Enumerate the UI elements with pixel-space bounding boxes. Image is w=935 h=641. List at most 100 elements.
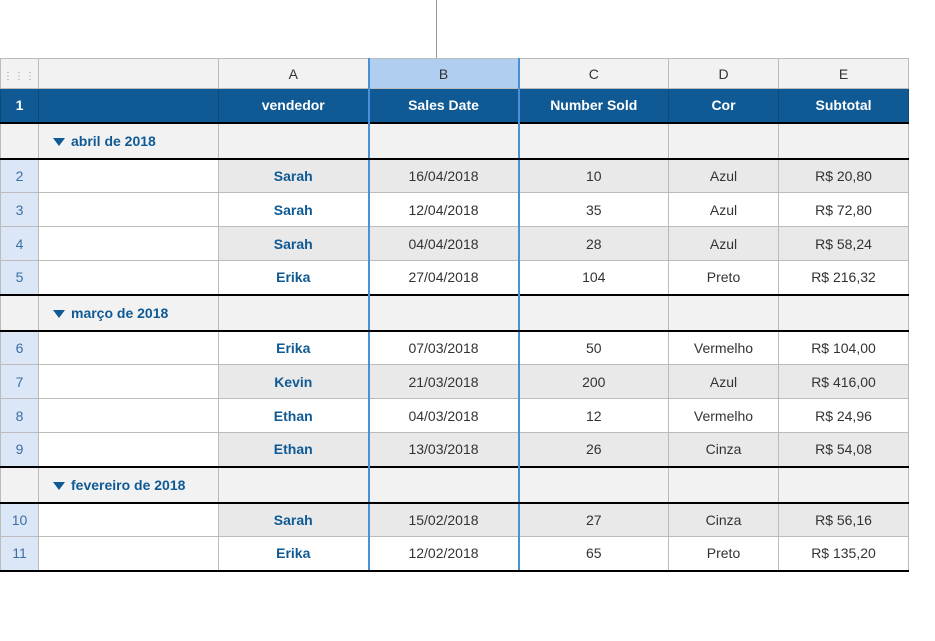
number-sold-cell[interactable]: 28: [519, 227, 669, 261]
sales-date-cell[interactable]: 21/03/2018: [369, 365, 519, 399]
indent-cell[interactable]: [39, 433, 219, 467]
group-cell[interactable]: [669, 467, 779, 503]
subtotal-cell[interactable]: R$ 104,00: [779, 331, 909, 365]
group-cell[interactable]: [369, 467, 519, 503]
number-sold-cell[interactable]: 50: [519, 331, 669, 365]
subtotal-cell[interactable]: R$ 135,20: [779, 537, 909, 571]
sales-date-cell[interactable]: 15/02/2018: [369, 503, 519, 537]
sales-date-cell[interactable]: 07/03/2018: [369, 331, 519, 365]
subtotal-cell[interactable]: R$ 58,24: [779, 227, 909, 261]
indent-cell[interactable]: [39, 261, 219, 295]
vendedor-cell[interactable]: Sarah: [219, 193, 369, 227]
subtotal-cell[interactable]: R$ 216,32: [779, 261, 909, 295]
row-header[interactable]: 2: [1, 159, 39, 193]
number-sold-cell[interactable]: 26: [519, 433, 669, 467]
sales-date-cell[interactable]: 27/04/2018: [369, 261, 519, 295]
group-cell[interactable]: [219, 467, 369, 503]
row-header-empty[interactable]: [1, 295, 39, 331]
corner-handle[interactable]: ⋮⋮⋮: [1, 59, 39, 89]
group-cell[interactable]: [519, 295, 669, 331]
row-header[interactable]: 10: [1, 503, 39, 537]
vendedor-cell[interactable]: Kevin: [219, 365, 369, 399]
row-header[interactable]: 5: [1, 261, 39, 295]
header-subtotal[interactable]: Subtotal: [779, 89, 909, 123]
cor-cell[interactable]: Azul: [669, 193, 779, 227]
column-header-e[interactable]: E: [779, 59, 909, 89]
vendedor-cell[interactable]: Sarah: [219, 227, 369, 261]
number-sold-cell[interactable]: 10: [519, 159, 669, 193]
column-header-b[interactable]: B: [369, 59, 519, 89]
row-header[interactable]: 4: [1, 227, 39, 261]
cor-cell[interactable]: Vermelho: [669, 399, 779, 433]
group-cell[interactable]: [779, 123, 909, 159]
number-sold-cell[interactable]: 200: [519, 365, 669, 399]
indent-cell[interactable]: [39, 331, 219, 365]
indent-cell[interactable]: [39, 537, 219, 571]
vendedor-cell[interactable]: Ethan: [219, 399, 369, 433]
disclosure-triangle-icon[interactable]: [53, 310, 65, 318]
header-vendedor[interactable]: vendedor: [219, 89, 369, 123]
row-header-empty[interactable]: [1, 467, 39, 503]
indent-cell[interactable]: [39, 365, 219, 399]
cor-cell[interactable]: Cinza: [669, 503, 779, 537]
row-header-1[interactable]: 1: [1, 89, 39, 123]
number-sold-cell[interactable]: 65: [519, 537, 669, 571]
group-cell[interactable]: [519, 123, 669, 159]
number-sold-cell[interactable]: 35: [519, 193, 669, 227]
column-header-d[interactable]: D: [669, 59, 779, 89]
group-cell[interactable]: [369, 295, 519, 331]
vendedor-cell[interactable]: Ethan: [219, 433, 369, 467]
number-sold-cell[interactable]: 12: [519, 399, 669, 433]
cor-cell[interactable]: Vermelho: [669, 331, 779, 365]
indent-cell[interactable]: [39, 159, 219, 193]
row-header[interactable]: 6: [1, 331, 39, 365]
vendedor-cell[interactable]: Erika: [219, 537, 369, 571]
number-sold-cell[interactable]: 104: [519, 261, 669, 295]
group-cell[interactable]: [219, 123, 369, 159]
subtotal-cell[interactable]: R$ 56,16: [779, 503, 909, 537]
row-header[interactable]: 7: [1, 365, 39, 399]
column-header-c[interactable]: C: [519, 59, 669, 89]
row-header-empty[interactable]: [1, 123, 39, 159]
vendedor-cell[interactable]: Erika: [219, 261, 369, 295]
row-header[interactable]: 3: [1, 193, 39, 227]
group-cell[interactable]: [519, 467, 669, 503]
sales-date-cell[interactable]: 04/04/2018: [369, 227, 519, 261]
subtotal-cell[interactable]: R$ 72,80: [779, 193, 909, 227]
group-cell[interactable]: [669, 295, 779, 331]
group-cell[interactable]: [219, 295, 369, 331]
sales-date-cell[interactable]: 12/02/2018: [369, 537, 519, 571]
cor-cell[interactable]: Cinza: [669, 433, 779, 467]
row-header[interactable]: 9: [1, 433, 39, 467]
header-number-sold[interactable]: Number Sold: [519, 89, 669, 123]
vendedor-cell[interactable]: Sarah: [219, 503, 369, 537]
number-sold-cell[interactable]: 27: [519, 503, 669, 537]
cor-cell[interactable]: Azul: [669, 227, 779, 261]
disclosure-triangle-icon[interactable]: [53, 138, 65, 146]
row-header[interactable]: 8: [1, 399, 39, 433]
indent-cell[interactable]: [39, 503, 219, 537]
disclosure-triangle-icon[interactable]: [53, 482, 65, 490]
column-header-blank[interactable]: [39, 59, 219, 89]
header-cor[interactable]: Cor: [669, 89, 779, 123]
cor-cell[interactable]: Preto: [669, 261, 779, 295]
subtotal-cell[interactable]: R$ 24,96: [779, 399, 909, 433]
sales-date-cell[interactable]: 13/03/2018: [369, 433, 519, 467]
indent-cell[interactable]: [39, 399, 219, 433]
cor-cell[interactable]: Preto: [669, 537, 779, 571]
group-cell[interactable]: [669, 123, 779, 159]
group-cell[interactable]: [779, 295, 909, 331]
subtotal-cell[interactable]: R$ 54,08: [779, 433, 909, 467]
header-sales-date[interactable]: Sales Date: [369, 89, 519, 123]
header-blank-cell[interactable]: [39, 89, 219, 123]
column-header-a[interactable]: A: [219, 59, 369, 89]
indent-cell[interactable]: [39, 193, 219, 227]
sales-date-cell[interactable]: 16/04/2018: [369, 159, 519, 193]
vendedor-cell[interactable]: Erika: [219, 331, 369, 365]
group-cell[interactable]: [369, 123, 519, 159]
group-label[interactable]: março de 2018: [39, 295, 219, 331]
cor-cell[interactable]: Azul: [669, 365, 779, 399]
group-label[interactable]: abril de 2018: [39, 123, 219, 159]
sales-date-cell[interactable]: 12/04/2018: [369, 193, 519, 227]
subtotal-cell[interactable]: R$ 416,00: [779, 365, 909, 399]
